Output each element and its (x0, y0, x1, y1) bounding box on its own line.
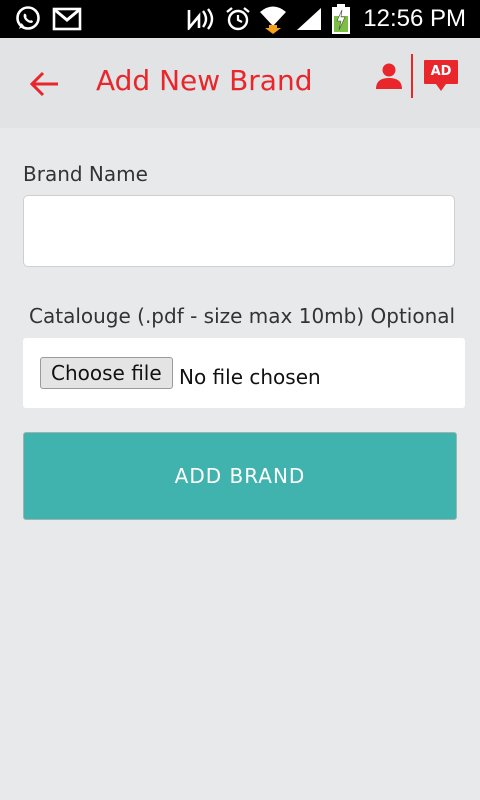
whatsapp-icon (16, 6, 40, 30)
battery-charging-icon (332, 4, 351, 34)
catalogue-label: Catalouge (.pdf - size max 10mb) Optiona… (29, 304, 456, 328)
brand-name-label: Brand Name (23, 162, 148, 186)
nfc-icon (187, 8, 214, 30)
add-brand-button[interactable]: ADD BRAND (23, 432, 457, 520)
page-title: Add New Brand (96, 64, 313, 97)
status-time: 12:56 PM (363, 5, 466, 32)
choose-file-button[interactable]: Choose file (40, 357, 173, 389)
ad-badge-pointer (436, 84, 446, 91)
gmail-icon (52, 7, 82, 31)
file-picker: Choose file No file chosen (23, 338, 465, 408)
app-bar-divider (411, 54, 413, 98)
signal-icon (297, 8, 322, 30)
ad-button[interactable]: AD (424, 60, 460, 94)
brand-name-input[interactable] (23, 195, 455, 267)
status-bar: 12:56 PM (0, 0, 480, 38)
file-status-text: No file chosen (179, 365, 321, 389)
back-arrow-icon[interactable] (28, 67, 62, 101)
app-bar: Add New Brand AD (0, 38, 480, 128)
wifi-icon (260, 6, 287, 34)
user-profile-icon[interactable] (374, 62, 404, 92)
ad-badge: AD (424, 60, 458, 84)
alarm-icon (226, 7, 251, 31)
